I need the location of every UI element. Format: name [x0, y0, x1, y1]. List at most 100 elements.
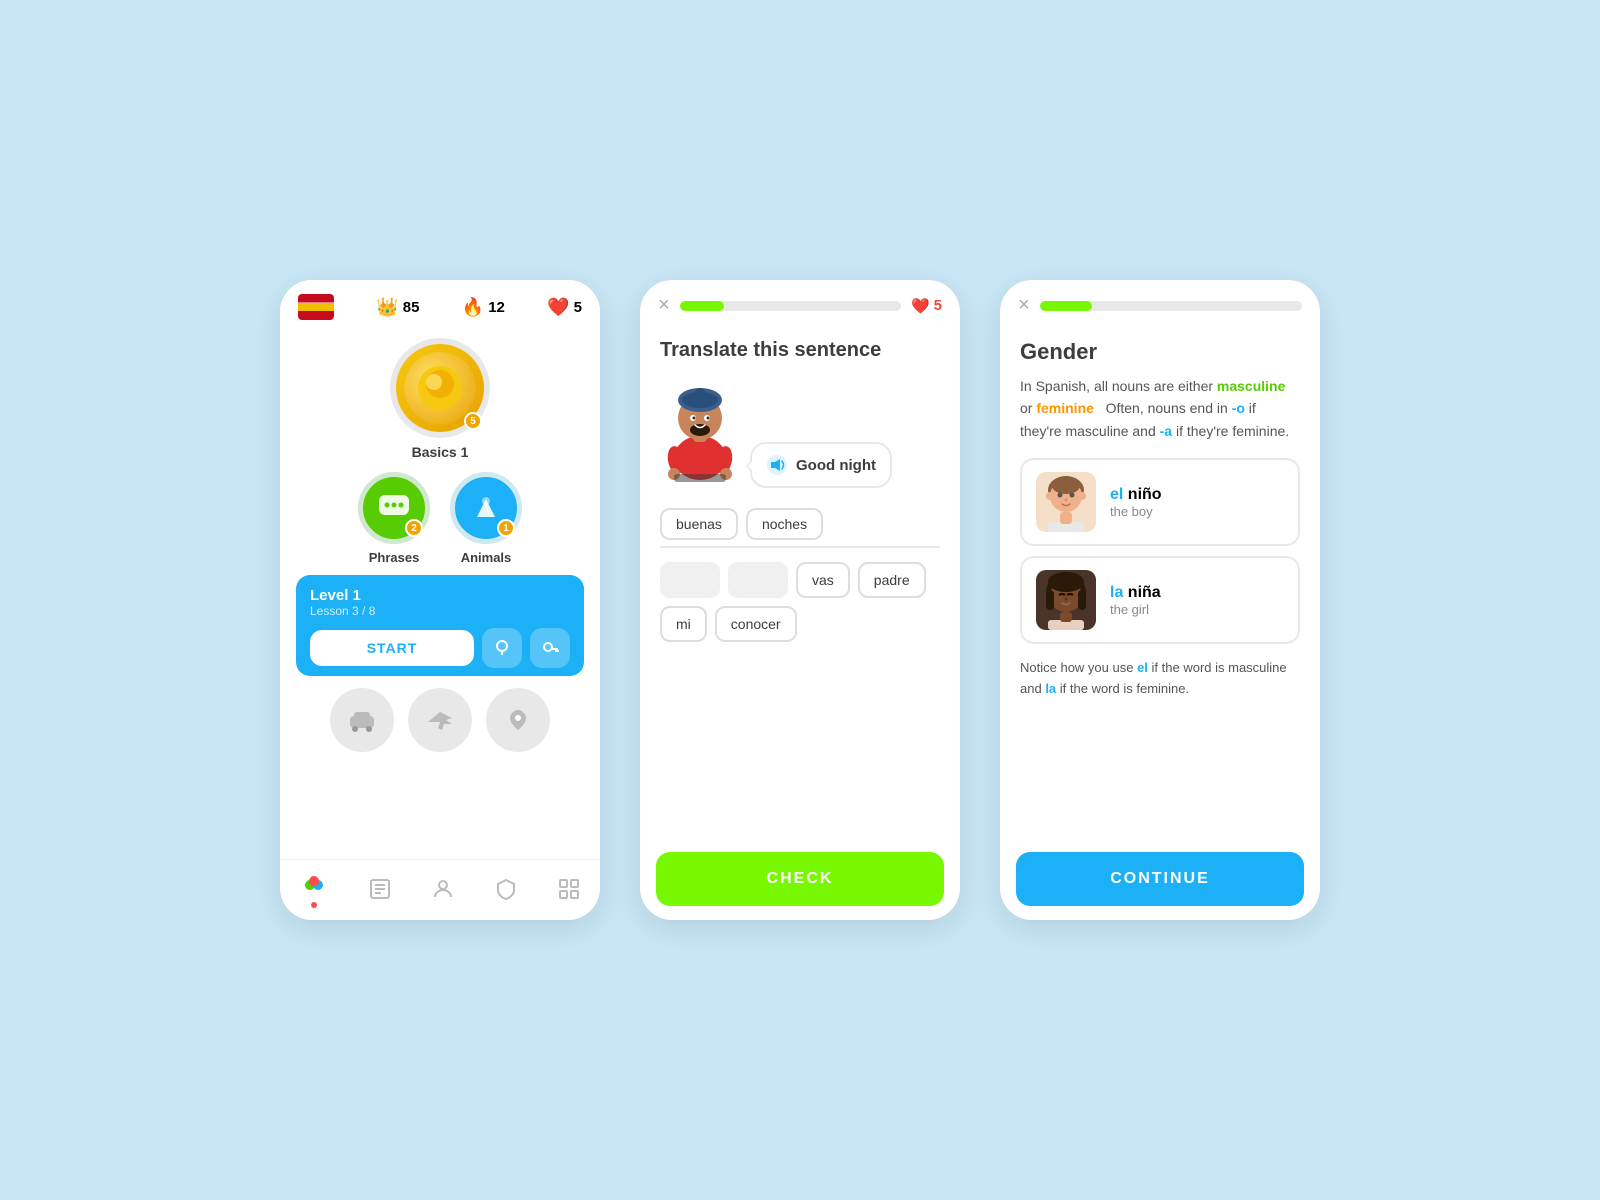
nina-avatar: [1036, 570, 1096, 630]
stat-fire: 🔥 12: [462, 297, 505, 318]
fem-word: feminine: [1036, 400, 1094, 416]
speech-bubble: Good night: [750, 442, 892, 488]
girl-illustration: [1039, 570, 1093, 630]
gender-close-button[interactable]: ×: [1018, 294, 1030, 317]
phrases-label: Phrases: [369, 550, 420, 565]
word-chip-3[interactable]: padre: [858, 562, 926, 598]
gender-progress-bar: [1040, 301, 1302, 311]
level-box: Level 1 Lesson 3 / 8 START: [296, 575, 584, 676]
basics-badge: 5: [464, 412, 482, 430]
fire-value: 12: [488, 299, 505, 316]
masc-word: masculine: [1217, 378, 1285, 394]
gender-progress-fill: [1040, 301, 1092, 311]
word-chip-5[interactable]: conocer: [715, 606, 797, 642]
translate-header: × ❤️ 5: [640, 280, 960, 325]
card-translate: × ❤️ 5 Translate this sentence: [640, 280, 960, 920]
crown-icon: 👑: [376, 297, 398, 318]
word-chip-2[interactable]: vas: [796, 562, 850, 598]
nina-translation: the girl: [1110, 602, 1161, 617]
progress-bar: [680, 301, 901, 311]
character-illustration: [660, 378, 740, 488]
lesson-phrases[interactable]: 2 Phrases: [358, 472, 430, 565]
word-chip-4[interactable]: mi: [660, 606, 707, 642]
key-button[interactable]: [530, 628, 570, 668]
nav-profile[interactable]: [431, 877, 455, 901]
flag-icon: [298, 294, 334, 320]
nav-shield[interactable]: [494, 877, 518, 901]
gender-footer: CONTINUE: [1000, 842, 1320, 920]
character-area: Good night: [660, 378, 940, 488]
word-chip-1: [728, 562, 788, 598]
word-chip-0: [660, 562, 720, 598]
home-content: 5 Basics 1 2 Phrases: [280, 328, 600, 859]
phrases-circle: 2: [358, 472, 430, 544]
lessons-row: 2 Phrases 1 Animals: [358, 472, 522, 565]
gender-description: In Spanish, all nouns are either masculi…: [1020, 375, 1300, 442]
word-bank: vas padre mi conocer: [660, 562, 940, 642]
answer-chip-0[interactable]: buenas: [660, 508, 738, 540]
nav-more[interactable]: [557, 877, 581, 901]
nino-avatar: [1036, 472, 1096, 532]
la-article: la: [1110, 584, 1123, 601]
answer-area[interactable]: buenas noches: [660, 504, 940, 548]
card-home: 👑 85 🔥 12 ❤️ 5 5 Basics 1: [280, 280, 600, 920]
level-subtitle: Lesson 3 / 8: [310, 604, 570, 618]
example-nino: el niño the boy: [1020, 458, 1300, 546]
nina-word: la niña: [1110, 584, 1161, 602]
stat-crown: 👑 85: [376, 297, 419, 318]
notice-el: el: [1137, 660, 1148, 675]
stat-hearts: ❤️ 5: [547, 297, 582, 318]
o-suffix: -o: [1232, 400, 1245, 416]
nino-word: el niño: [1110, 486, 1162, 504]
check-button[interactable]: CHECK: [656, 852, 944, 906]
home-header: 👑 85 🔥 12 ❤️ 5: [280, 280, 600, 328]
phrases-badge: 2: [405, 519, 423, 537]
crown-value: 85: [403, 299, 420, 316]
answer-chip-1[interactable]: noches: [746, 508, 823, 540]
hearts-badge: ❤️ 5: [911, 297, 942, 315]
lesson-animals[interactable]: 1 Animals: [450, 472, 522, 565]
basics-circle[interactable]: 5: [390, 338, 490, 438]
animals-badge: 1: [497, 519, 515, 537]
level-actions: START: [310, 628, 570, 668]
nina-rest: niña: [1128, 584, 1161, 601]
example-nina: la niña the girl: [1020, 556, 1300, 644]
card-gender: × Gender In Spanish, all nouns are eithe…: [1000, 280, 1320, 920]
start-button[interactable]: START: [310, 630, 474, 666]
nav-dot: [311, 902, 317, 908]
nino-translation: the boy: [1110, 504, 1162, 519]
continue-button[interactable]: CONTINUE: [1016, 852, 1304, 906]
a-suffix: -a: [1160, 423, 1172, 439]
gender-header: ×: [1000, 280, 1320, 325]
duo-logo-icon: [299, 870, 329, 900]
nav-home[interactable]: [299, 870, 329, 908]
nina-text: la niña the girl: [1110, 584, 1161, 617]
locked-row: [330, 688, 550, 752]
boy-illustration: [1039, 472, 1093, 532]
notice-text: Notice how you use el if the word is mas…: [1020, 658, 1300, 700]
hearts-value: 5: [574, 299, 582, 316]
gender-content: Gender In Spanish, all nouns are either …: [1000, 325, 1320, 842]
el-article: el: [1110, 486, 1123, 503]
hint-button[interactable]: [482, 628, 522, 668]
animals-circle: 1: [450, 472, 522, 544]
nino-text: el niño the boy: [1110, 486, 1162, 519]
basics-inner: [404, 352, 476, 424]
hearts-count: 5: [934, 297, 942, 314]
fire-icon: 🔥: [462, 297, 484, 318]
locked-car: [330, 688, 394, 752]
locked-plane: [408, 688, 472, 752]
progress-fill: [680, 301, 724, 311]
translate-footer: CHECK: [640, 842, 960, 920]
hearts-icon: ❤️: [911, 297, 930, 315]
gender-title: Gender: [1020, 339, 1300, 365]
basics-label: Basics 1: [412, 444, 469, 460]
translate-title: Translate this sentence: [660, 339, 940, 362]
heart-icon: ❤️: [547, 297, 569, 318]
bottom-nav: [280, 859, 600, 920]
speech-text: Good night: [796, 457, 876, 474]
nav-learn[interactable]: [368, 877, 392, 901]
locked-map: [486, 688, 550, 752]
animals-label: Animals: [461, 550, 512, 565]
close-button[interactable]: ×: [658, 294, 670, 317]
